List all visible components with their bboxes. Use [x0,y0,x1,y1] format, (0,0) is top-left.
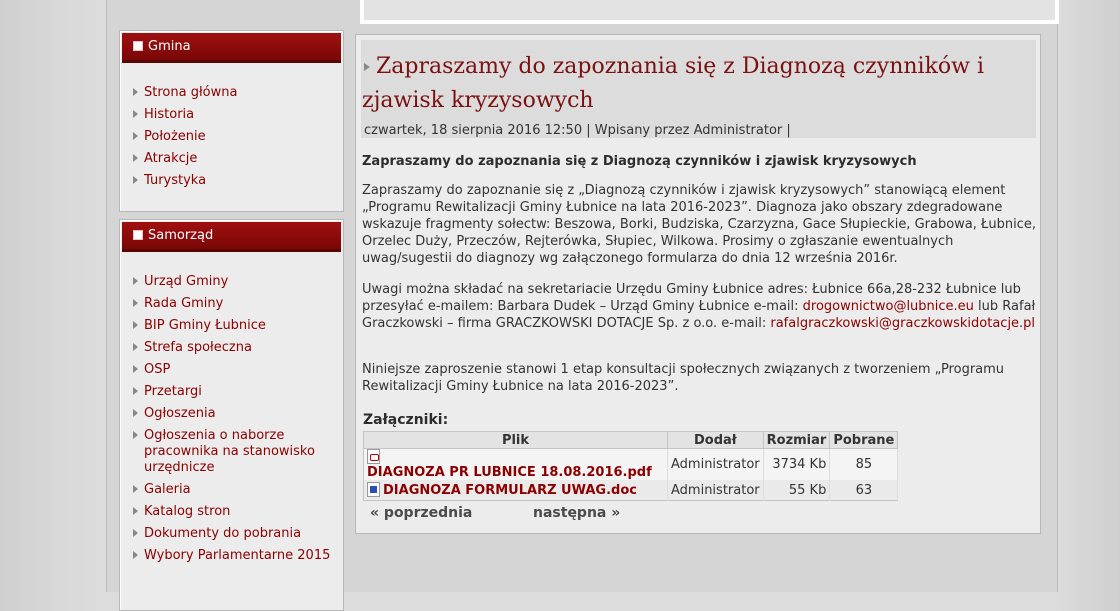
menu-item-osp[interactable]: OSP [120,362,343,378]
arrow-right-icon [133,88,138,96]
next-link[interactable]: następna » [533,505,620,521]
top-banner-frame [360,0,1059,24]
pdf-file-icon [367,449,380,464]
arrow-right-icon [133,431,138,439]
attachments-title: Załączniki: [363,412,449,428]
table-header-row: Plik Dodał Rozmiar Pobrane [363,431,899,449]
added-by-cell: Administrator [667,480,764,501]
arrow-right-icon [133,551,138,559]
file-link[interactable]: DIAGNOZA PR LUBNICE 18.08.2016.pdf [367,465,652,480]
size-cell: 3734 Kb [763,448,831,480]
menu-item-ogloszenia[interactable]: Ogłoszenia [120,406,343,422]
menu-item-katalog-stron[interactable]: Katalog stron [120,504,343,520]
downloads-cell: 63 [829,480,899,501]
arrow-right-icon [364,63,370,71]
menu-item-strona-glowna[interactable]: Strona główna [120,85,343,101]
arrow-right-icon [133,365,138,373]
arrow-right-icon [133,343,138,351]
sidebar-block-samorzad: Samorząd Urząd Gminy Rada Gminy BIP Gmin… [119,219,344,611]
table-row: DIAGNOZA FORMULARZ UWAG.doc Administrato… [363,480,899,501]
menu-item-polozenie[interactable]: Położenie [120,129,343,145]
block-title: Gmina [148,39,191,54]
menu-item-dokumenty[interactable]: Dokumenty do pobrania [120,526,343,542]
file-link[interactable]: DIAGNOZA FORMULARZ UWAG.doc [383,483,637,498]
col-header-file: Plik [363,431,668,449]
article-title[interactable]: Zapraszamy do zapoznania się z Diagnozą … [362,50,1012,118]
menu-item-urzad-gminy[interactable]: Urząd Gminy [120,274,343,290]
arrow-right-icon [133,299,138,307]
arrow-right-icon [133,277,138,285]
menu-item-bip[interactable]: BIP Gminy Łubnice [120,318,343,334]
file-cell[interactable]: DIAGNOZA PR LUBNICE 18.08.2016.pdf [363,448,668,480]
arrow-right-icon [133,529,138,537]
menu-item-wybory[interactable]: Wybory Parlamentarne 2015 [120,548,343,564]
arrow-right-icon [133,176,138,184]
arrow-right-icon [133,507,138,515]
email-link-graczkowski[interactable]: rafalgraczkowski@graczkowskidotacje.pl [770,316,1035,331]
size-cell: 55 Kb [763,480,831,501]
article-paragraph-2: Uwagi można składać na sekretariacie Urz… [362,282,1036,331]
arrow-right-icon [133,387,138,395]
attachments-table: Plik Dodał Rozmiar Pobrane DIAGNOZA PR L… [363,431,899,501]
block-header-samorzad: Samorząd [122,222,341,252]
article-paragraph-1: Zapraszamy do zapoznanie się z „Diagnozą… [362,183,1036,266]
article-meta: czwartek, 18 sierpnia 2016 12:50 | Wpisa… [364,123,791,138]
col-header-size: Rozmiar [762,431,831,449]
menu-item-turystyka[interactable]: Turystyka [120,173,343,189]
col-header-added-by: Dodał [667,431,764,449]
arrow-right-icon [133,409,138,417]
arrow-right-icon [133,154,138,162]
menu-item-strefa-spoleczna[interactable]: Strefa społeczna [120,340,343,356]
square-bullet-icon [133,41,143,51]
downloads-cell: 85 [829,448,899,480]
prev-link[interactable]: « poprzednia [370,505,472,521]
menu-item-galeria[interactable]: Galeria [120,482,343,498]
menu-item-rada-gminy[interactable]: Rada Gminy [120,296,343,312]
added-by-cell: Administrator [667,448,764,480]
menu-item-ogloszenia-nabor[interactable]: Ogłoszenia o naborze pracownika na stano… [120,428,343,476]
email-link-drogownictwo[interactable]: drogownictwo@lubnice.eu [803,299,974,314]
arrow-right-icon [133,110,138,118]
doc-file-icon [367,482,380,497]
square-bullet-icon [133,230,143,240]
page-container: Gmina Strona główna Historia Położenie A… [106,0,1059,611]
arrow-right-icon [133,132,138,140]
block-title: Samorząd [148,228,214,243]
col-header-downloads: Pobrane [829,431,899,449]
article-lead: Zapraszamy do zapoznania się z Diagnozą … [362,154,917,169]
arrow-right-icon [133,485,138,493]
file-cell[interactable]: DIAGNOZA FORMULARZ UWAG.doc [363,480,668,501]
article-paragraph-3: Niniejsze zaproszenie stanowi 1 etap kon… [362,362,1005,394]
menu-gmina: Strona główna Historia Położenie Atrakcj… [120,65,343,189]
menu-samorzad: Urząd Gminy Rada Gminy BIP Gminy Łubnice… [120,254,343,564]
block-header-gmina: Gmina [122,33,341,63]
sidebar-block-gmina: Gmina Strona główna Historia Położenie A… [119,30,344,212]
article-header: Zapraszamy do zapoznania się z Diagnozą … [361,40,1036,138]
menu-item-atrakcje[interactable]: Atrakcje [120,151,343,167]
menu-item-historia[interactable]: Historia [120,107,343,123]
article-panel: Zapraszamy do zapoznania się z Diagnozą … [355,34,1041,534]
menu-item-przetargi[interactable]: Przetargi [120,384,343,400]
arrow-right-icon [133,321,138,329]
table-row: DIAGNOZA PR LUBNICE 18.08.2016.pdf Admin… [363,448,899,480]
